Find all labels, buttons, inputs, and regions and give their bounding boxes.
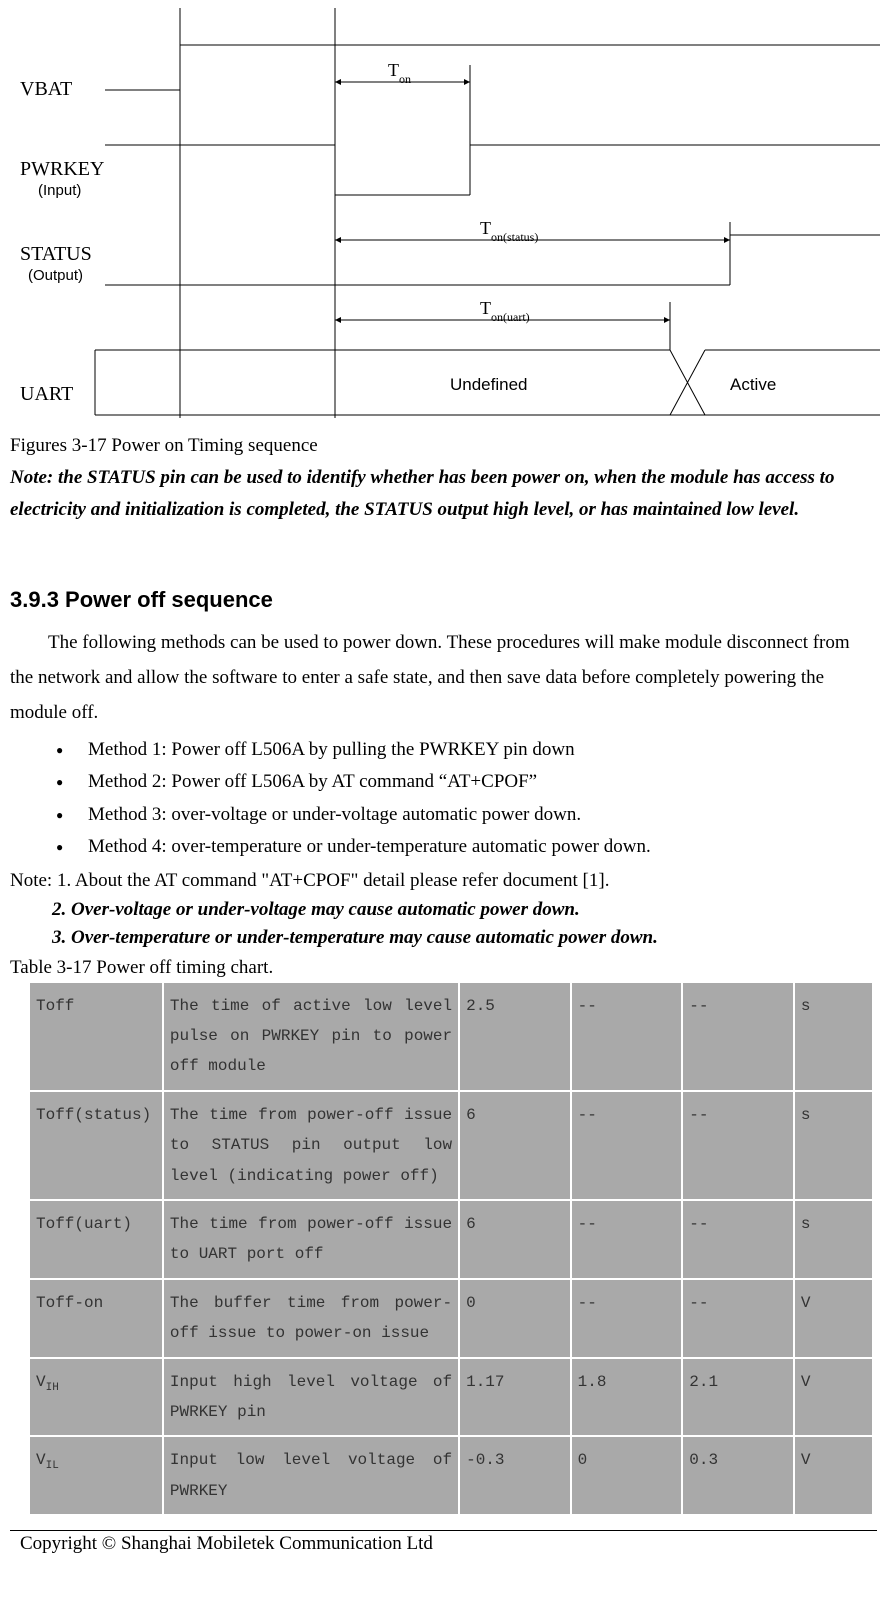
- timing-table: ToffThe time of active low level pulse o…: [28, 981, 874, 1516]
- cell-val: --: [571, 1091, 683, 1200]
- cell-val: 2.5: [459, 982, 571, 1091]
- cell-val: --: [682, 1091, 794, 1200]
- status-label: STATUS: [20, 243, 92, 265]
- cell-val: 1.8: [571, 1358, 683, 1437]
- table-row: ToffThe time of active low level pulse o…: [29, 982, 873, 1091]
- vbat-label: VBAT: [20, 78, 72, 100]
- methods-list: Method 1: Power off L506A by pulling the…: [10, 734, 877, 863]
- uart-label: UART: [20, 383, 73, 405]
- cell-unit: V: [794, 1279, 873, 1358]
- cell-unit: s: [794, 982, 873, 1091]
- note-3: 3. Over-temperature or under-temperature…: [10, 924, 877, 953]
- cell-val: 6: [459, 1091, 571, 1200]
- notes-block: Note: 1. About the AT command "AT+CPOF" …: [10, 867, 877, 953]
- cell-symbol: Toff-on: [29, 1279, 163, 1358]
- table-caption: Table 3-17 Power off timing chart.: [10, 957, 877, 979]
- cell-val: 0: [571, 1436, 683, 1515]
- note-1: Note: 1. About the AT command "AT+CPOF" …: [10, 867, 877, 896]
- cell-val: --: [682, 1200, 794, 1279]
- cell-val: 0: [459, 1279, 571, 1358]
- pwrkey-sub: (Input): [38, 182, 81, 199]
- table-row: Toff(uart)The time from power-off issue …: [29, 1200, 873, 1279]
- cell-val: --: [571, 1279, 683, 1358]
- cell-desc: The time from power-off issue to UART po…: [163, 1200, 459, 1279]
- list-item: Method 1: Power off L506A by pulling the…: [10, 734, 877, 766]
- cell-val: 2.1: [682, 1358, 794, 1437]
- cell-symbol: Toff(status): [29, 1091, 163, 1200]
- cell-unit: s: [794, 1091, 873, 1200]
- cell-symbol: Toff(uart): [29, 1200, 163, 1279]
- table-row: VILInput low level voltage of PWRKEY-0.3…: [29, 1436, 873, 1515]
- cell-val: 0.3: [682, 1436, 794, 1515]
- cell-unit: V: [794, 1436, 873, 1515]
- undefined-label: Undefined: [450, 375, 528, 394]
- figure-note: Note: the STATUS pin can be used to iden…: [10, 462, 877, 527]
- copyright-footer: Copyright © Shanghai Mobiletek Communica…: [20, 1533, 877, 1555]
- status-sub: (Output): [28, 267, 83, 284]
- cell-val: 1.17: [459, 1358, 571, 1437]
- pwrkey-label: PWRKEY: [20, 158, 104, 180]
- cell-symbol: Toff: [29, 982, 163, 1091]
- list-item: Method 2: Power off L506A by AT command …: [10, 766, 877, 798]
- section-heading: 3.9.3 Power off sequence: [10, 587, 877, 613]
- cell-val: --: [682, 982, 794, 1091]
- cell-desc: Input high level voltage of PWRKEY pin: [163, 1358, 459, 1437]
- cell-desc: Input low level voltage of PWRKEY: [163, 1436, 459, 1515]
- footer-divider: [10, 1530, 877, 1531]
- cell-val: 6: [459, 1200, 571, 1279]
- list-item: Method 3: over-voltage or under-voltage …: [10, 799, 877, 831]
- cell-desc: The time from power-off issue to STATUS …: [163, 1091, 459, 1200]
- note-2: 2. Over-voltage or under-voltage may cau…: [10, 896, 877, 925]
- cell-val: --: [571, 1200, 683, 1279]
- cell-unit: s: [794, 1200, 873, 1279]
- cell-val: -0.3: [459, 1436, 571, 1515]
- cell-unit: V: [794, 1358, 873, 1437]
- list-item: Method 4: over-temperature or under-temp…: [10, 831, 877, 863]
- cell-val: --: [682, 1279, 794, 1358]
- cell-val: --: [571, 982, 683, 1091]
- figure-caption: Figures 3-17 Power on Timing sequence: [10, 435, 877, 457]
- table-row: Toff-onThe buffer time from power-off is…: [29, 1279, 873, 1358]
- active-label: Active: [730, 375, 776, 394]
- intro-paragraph: The following methods can be used to pow…: [10, 625, 877, 730]
- cell-symbol: VIH: [29, 1358, 163, 1437]
- cell-desc: The buffer time from power-off issue to …: [163, 1279, 459, 1358]
- cell-desc: The time of active low level pulse on PW…: [163, 982, 459, 1091]
- timing-diagram: VBAT PWRKEY (Input) Ton STATUS (Output) …: [10, 0, 877, 425]
- table-row: Toff(status)The time from power-off issu…: [29, 1091, 873, 1200]
- cell-symbol: VIL: [29, 1436, 163, 1515]
- timing-diagram-svg: VBAT PWRKEY (Input) Ton STATUS (Output) …: [10, 0, 880, 420]
- table-row: VIHInput high level voltage of PWRKEY pi…: [29, 1358, 873, 1437]
